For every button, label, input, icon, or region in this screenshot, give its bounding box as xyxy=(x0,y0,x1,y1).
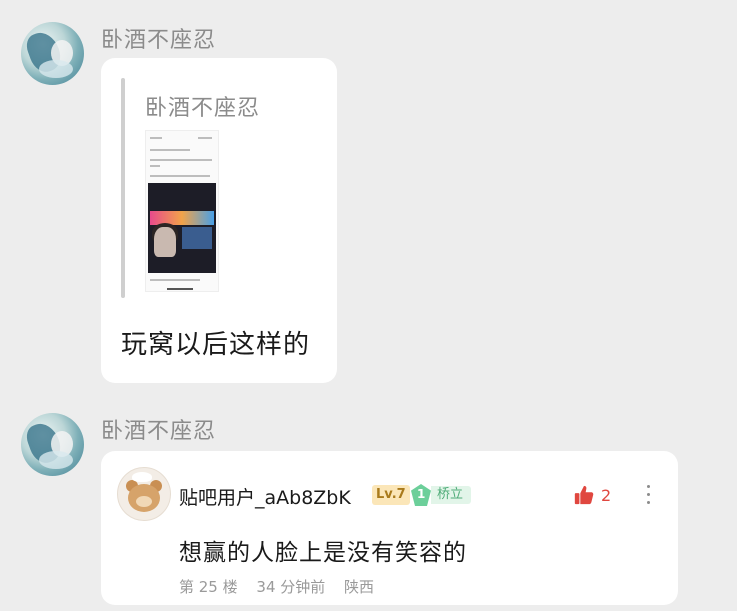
sender-avatar[interactable] xyxy=(21,22,84,85)
quote-bar xyxy=(121,78,125,298)
comment-meta: 第 25 楼 34 分钟前 陕西 xyxy=(179,576,388,597)
more-vertical-icon[interactable] xyxy=(645,483,651,507)
thumbs-up-icon xyxy=(574,485,594,505)
bear-avatar[interactable] xyxy=(117,467,171,521)
gem-level: 1 xyxy=(417,487,426,501)
quoted-screenshot-image[interactable] xyxy=(145,130,219,292)
floor-number: 第 25 楼 xyxy=(179,578,238,596)
message-bubble[interactable]: 卧酒不座忍 玩窝以后这样的 xyxy=(101,58,337,383)
sender-name: 卧酒不座忍 xyxy=(101,28,217,53)
sender-avatar[interactable] xyxy=(21,413,84,476)
level-badge: Lv.7 xyxy=(372,485,410,505)
sender-name: 卧酒不座忍 xyxy=(101,419,217,444)
comment-text: 想赢的人脸上是没有笑容的 xyxy=(179,540,467,566)
post-time: 34 分钟前 xyxy=(256,578,326,596)
message-text: 玩窝以后这样的 xyxy=(121,330,311,360)
image-divider xyxy=(167,288,193,290)
location: 陕西 xyxy=(344,578,375,596)
comment-user-name[interactable]: 贴吧用户_aAb8ZbK xyxy=(179,483,351,510)
like-count: 2 xyxy=(601,486,612,505)
title-badge-label: 桥立 xyxy=(431,486,472,504)
quote-sender-name: 卧酒不座忍 xyxy=(145,96,261,121)
shared-comment-card[interactable]: 贴吧用户_aAb8ZbK Lv.7 1 桥立 2 想赢的人脸上是没有笑容的 第 … xyxy=(101,451,678,605)
